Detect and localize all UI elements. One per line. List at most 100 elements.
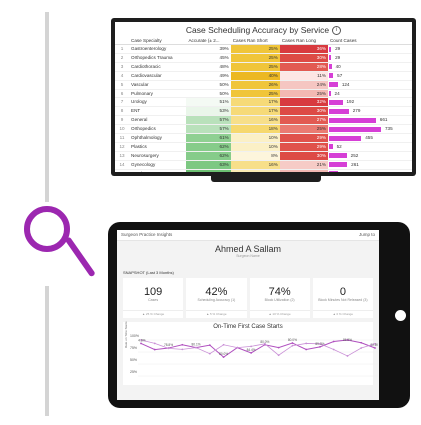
- count-value: 52: [336, 143, 342, 149]
- table-row[interactable]: 14 Gynecology 63% 16% 21% 261: [115, 160, 412, 170]
- accurate-cell: 50%: [186, 80, 231, 90]
- data-point: [222, 356, 225, 358]
- count-cell: 52: [327, 142, 412, 152]
- count-value: 279: [352, 108, 361, 114]
- data-point: [208, 352, 211, 355]
- accurate-cell: 51%: [186, 97, 231, 108]
- row-index: 12: [115, 142, 129, 152]
- count-value: 261: [351, 161, 359, 167]
- long-cell: 29%: [279, 142, 328, 152]
- short-cell: 8%: [230, 151, 280, 161]
- col-header[interactable]: Accurate (± 2...: [186, 36, 231, 45]
- table-row[interactable]: 5 Vascular 50% 26% 24% 124: [115, 80, 412, 90]
- tablet: Surgeon Practice Insights Jump to Ahmed …: [108, 222, 410, 408]
- specialty-cell: Cardiothoracic: [129, 62, 187, 72]
- specialty-cell: Gastroenterology: [129, 44, 187, 54]
- y-tick: 75%: [130, 346, 138, 350]
- table-row[interactable]: 11 Ophthalmology 61% 10% 29% 455: [115, 133, 412, 143]
- col-header[interactable]: Cases Ran Short: [230, 36, 280, 45]
- long-cell: 25%: [279, 124, 328, 135]
- count-value: 24: [334, 90, 340, 96]
- table-row[interactable]: 8 ENT 53% 17% 30% 279: [115, 106, 412, 117]
- short-cell: 25%: [230, 53, 280, 63]
- data-label: 89.3%: [315, 342, 324, 346]
- short-cell: 10%: [230, 133, 280, 143]
- count-value: 124: [342, 171, 350, 172]
- row-index: 3: [115, 62, 129, 72]
- accurate-cell: 57%: [186, 115, 231, 126]
- data-point: [319, 345, 321, 348]
- data-label: 80.0%: [260, 340, 269, 344]
- magnifier-handle: [64, 236, 96, 278]
- data-point: [153, 348, 156, 351]
- home-button[interactable]: [395, 310, 406, 321]
- series-line: [140, 339, 376, 357]
- data-point: [195, 346, 197, 349]
- row-index: 10: [115, 124, 129, 135]
- data-label: 80.0%: [219, 352, 228, 356]
- table-row[interactable]: 3 Cardiothoracic 48% 25% 28% 40: [115, 62, 412, 72]
- accurate-cell: 63%: [186, 160, 231, 170]
- short-cell: 25%: [230, 89, 280, 99]
- table-row[interactable]: 7 Urology 51% 17% 32% 192: [115, 97, 412, 108]
- count-cell: 124: [327, 169, 412, 172]
- table-row[interactable]: 6 Pulmonary 50% 25% 25% 24: [115, 89, 412, 99]
- count-value: 192: [346, 99, 355, 105]
- accurate-cell: 61%: [186, 133, 231, 143]
- count-value: 661: [379, 117, 388, 123]
- data-point: [291, 342, 294, 344]
- kpi-label: Cases: [148, 298, 159, 302]
- count-bar: [328, 99, 343, 105]
- data-label: 86.5%: [343, 338, 352, 342]
- accuracy-table: Case Specialty Accurate (± 2... Cases Ra…: [115, 36, 412, 172]
- on-time-chart: On-Time First Case Starts Rate on Time S…: [123, 321, 378, 385]
- surgeon-name: Ahmed A Sallam: [214, 244, 282, 254]
- table-row[interactable]: 4 Cardiovascular 49% 40% 11% 57: [115, 71, 412, 81]
- data-point: [291, 344, 294, 347]
- col-header[interactable]: Cases Ran Long: [279, 36, 328, 45]
- table-row[interactable]: 10 Orthopedics 57% 18% 25% 735: [115, 124, 412, 135]
- count-bar: [328, 144, 333, 150]
- table-row[interactable]: 12 Plastics 62% 10% 29% 52: [115, 142, 412, 152]
- count-value: 29: [335, 54, 341, 60]
- surgeon-subtitle: Surgeon Name: [236, 254, 260, 258]
- specialty-cell: Ophthalmology: [129, 133, 187, 143]
- table-row[interactable]: 1 Gastroenterology 39% 25% 36% 29: [115, 44, 412, 54]
- table-row[interactable]: 9 General 57% 16% 27% 661: [115, 115, 412, 126]
- col-header[interactable]: [115, 36, 129, 45]
- col-header[interactable]: Count Cases: [327, 36, 412, 45]
- data-point: [332, 348, 335, 351]
- data-label: 84.4%: [247, 348, 256, 352]
- short-cell: 17%: [230, 97, 280, 108]
- data-label: 80.1%: [192, 343, 201, 347]
- kpi-change: ▲ 0 % Change: [312, 310, 373, 316]
- row-index: 7: [115, 97, 129, 108]
- specialty-cell: Gynecology: [129, 160, 187, 170]
- jump-to-link[interactable]: Jump to: [359, 230, 375, 240]
- table-row[interactable]: 15Hand65%12%23% 124: [115, 169, 412, 172]
- long-cell: 32%: [279, 97, 328, 108]
- count-cell: 455: [327, 133, 412, 143]
- short-cell: 18%: [230, 124, 280, 135]
- row-index: 2: [115, 53, 129, 63]
- long-cell: 36%: [279, 44, 328, 54]
- data-point: [250, 352, 253, 354]
- info-icon[interactable]: i: [332, 26, 342, 36]
- count-value: 252: [350, 152, 359, 158]
- kpi-card: 0 Block Minutes Not Released (3) ▲ 0 % Cha…: [312, 278, 373, 318]
- accurate-cell: 53%: [186, 106, 231, 117]
- table-row[interactable]: 2 Orthopedics Trauma 45% 25% 30% 29: [115, 53, 412, 63]
- count-cell: 40: [327, 62, 412, 72]
- count-bar: [328, 73, 334, 79]
- long-cell: 30%: [279, 106, 328, 117]
- table-row[interactable]: 13 Neurosurgery 62% 8% 30% 252: [115, 151, 412, 161]
- count-value: 455: [365, 135, 373, 141]
- count-cell: 261: [327, 160, 412, 170]
- count-cell: 29: [327, 44, 412, 54]
- row-index: 14: [115, 160, 129, 170]
- data-point: [208, 344, 211, 347]
- report-title: Case Scheduling Accuracy by Service i: [115, 25, 412, 36]
- col-header[interactable]: Case Specialty: [129, 36, 187, 45]
- monitor-screen: Case Scheduling Accuracy by Service i Cas…: [115, 22, 412, 172]
- row-index: 1: [115, 44, 129, 54]
